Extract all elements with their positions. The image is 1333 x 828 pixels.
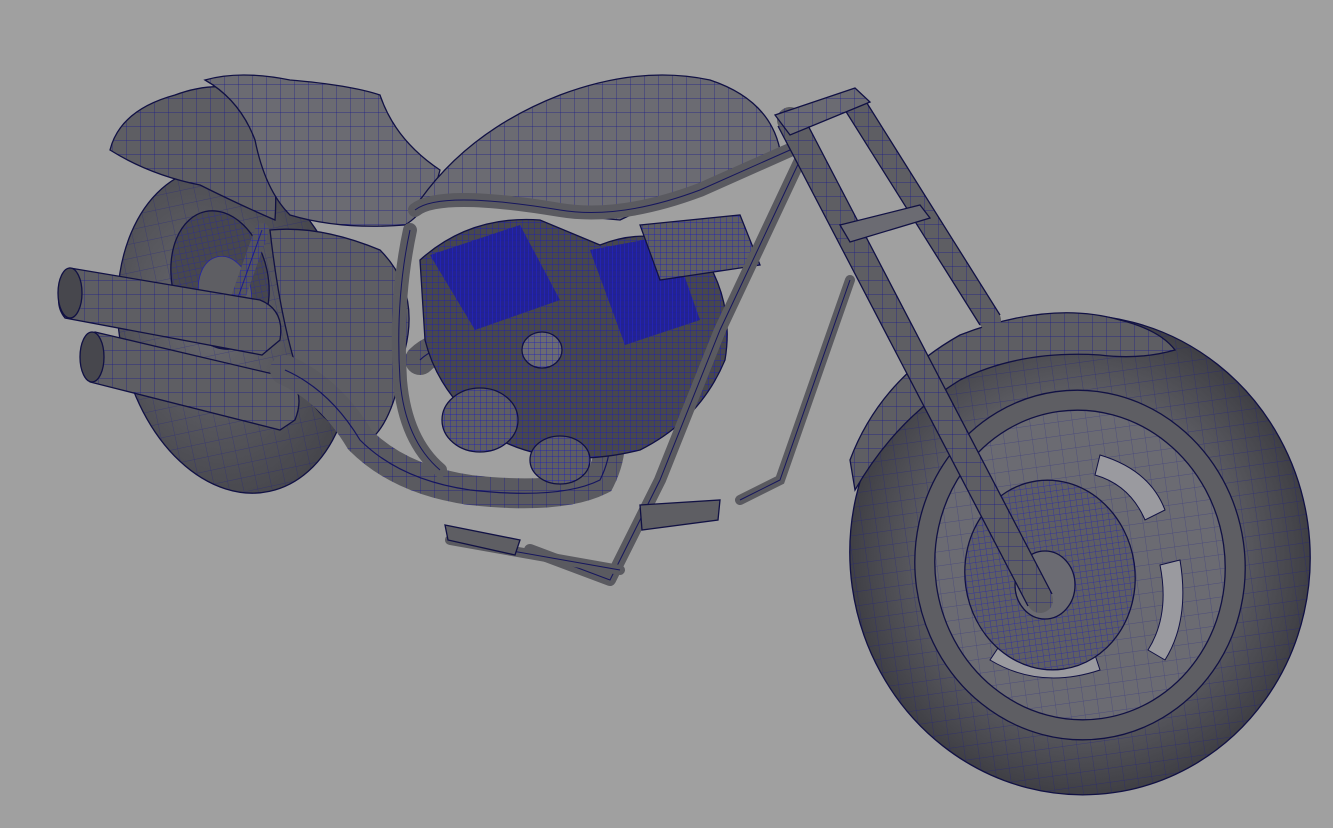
front-wheel[interactable] <box>819 285 1333 824</box>
footpeg-assembly[interactable] <box>444 499 721 556</box>
motorcycle-model[interactable] <box>0 0 1333 828</box>
3d-viewport[interactable] <box>0 0 1333 828</box>
